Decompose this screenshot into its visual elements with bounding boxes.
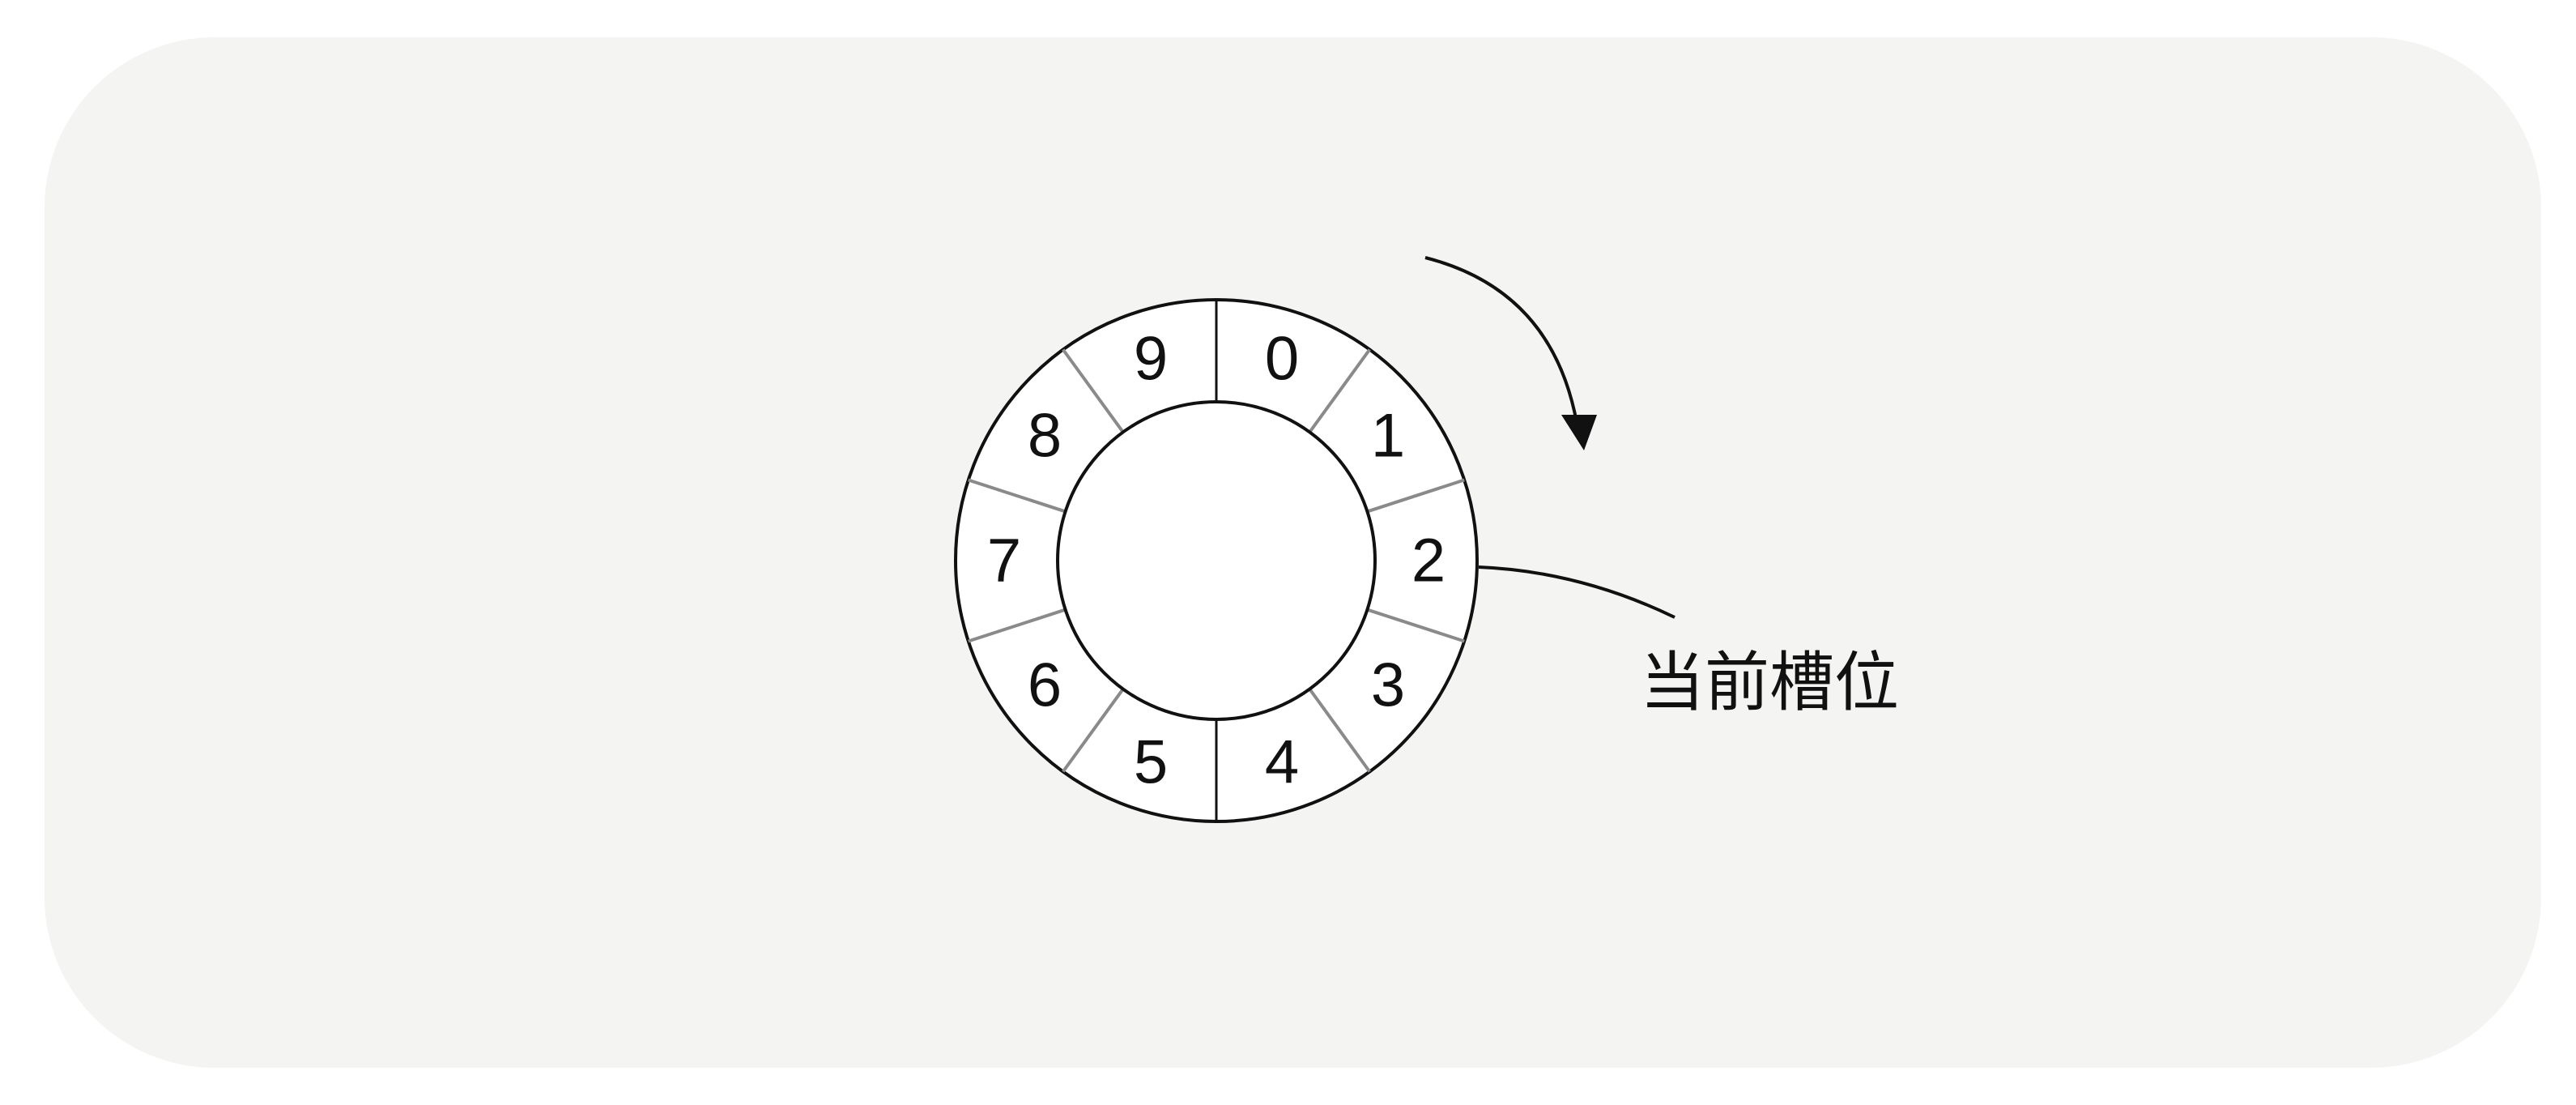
arrowhead-icon — [1561, 415, 1597, 450]
current-slot-caption: 当前槽位 — [1640, 645, 1899, 720]
slot-label-2: 2 — [1411, 527, 1446, 595]
slot-label-4: 4 — [1265, 728, 1299, 797]
diagram-stage: 0 123 4 5 678 9 当前槽位 — [0, 0, 2576, 1105]
slot-label-9: 9 — [1134, 324, 1168, 393]
inner-circle — [1056, 400, 1377, 721]
slot-label-6: 6 — [1028, 651, 1062, 719]
slot-label-7: 7 — [987, 527, 1021, 595]
slot-label-5: 5 — [1134, 728, 1168, 797]
slot-label-1: 1 — [1371, 402, 1405, 471]
slot-label-8: 8 — [1028, 402, 1062, 471]
time-wheel-diagram: 0 123 4 5 678 9 当前槽位 — [954, 256, 1899, 823]
rotation-arrow — [1424, 256, 1581, 438]
slot-label-0: 0 — [1265, 324, 1299, 393]
current-slot-pointer — [1478, 565, 1675, 619]
slot-label-3: 3 — [1371, 651, 1405, 719]
